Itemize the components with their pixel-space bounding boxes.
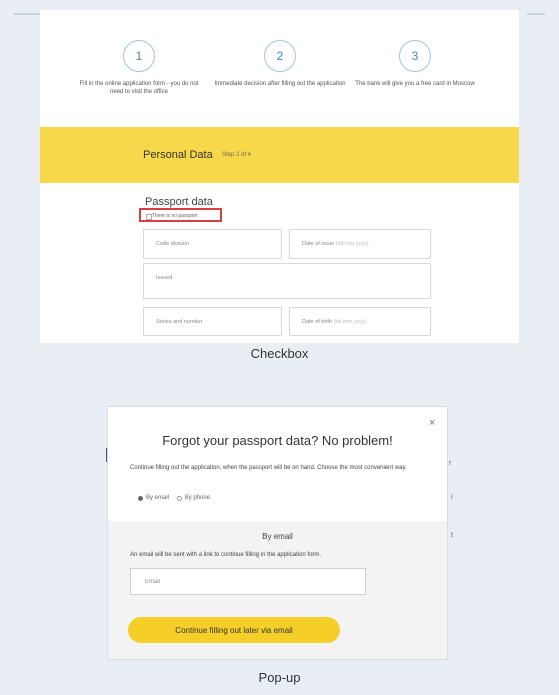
checkbox-screenshot: 1 Fill in the online application form - … <box>40 10 519 343</box>
radio-button[interactable] <box>176 495 182 501</box>
step-3: 3 The bank will give you a free card in … <box>340 40 490 88</box>
radio-button-checked[interactable] <box>138 495 143 501</box>
section-title: Personal Data <box>143 149 213 161</box>
email-section-heading: By email <box>262 532 293 541</box>
popup-screenshot: × Forgot your passport data? No problem!… <box>108 407 447 659</box>
step-description: The bank will give you a free card in Mo… <box>355 81 475 87</box>
popup-description: Continue filling out the application, wh… <box>130 465 407 471</box>
issued-label: Issued <box>156 275 173 281</box>
section-header-band: Personal Data Step 2 of 4 <box>40 127 519 183</box>
email-input[interactable] <box>130 568 366 595</box>
code-division-label: Code division <box>156 241 190 247</box>
close-icon[interactable]: × <box>429 417 435 429</box>
contact-method-options: By email By phone <box>138 495 216 503</box>
radio-by-email[interactable]: By email <box>138 495 169 501</box>
checkbox-caption: Checkbox <box>250 346 309 361</box>
step-number-circle: 3 <box>399 40 431 72</box>
passport-data-title: Passport data <box>145 196 213 208</box>
step-number-circle: 1 <box>123 40 155 72</box>
radio-label: By email <box>146 495 170 501</box>
popup-title: Forgot your passport data? No problem! <box>162 433 393 448</box>
email-section: By email An email will be sent with a li… <box>108 521 447 659</box>
step-description: Immediate decision after filling out the… <box>214 81 346 87</box>
popup-caption: Pop-up <box>258 670 301 685</box>
background-edge <box>106 448 107 462</box>
background-fragment: i <box>451 494 453 501</box>
issued-field[interactable]: Issued <box>143 263 431 299</box>
date-of-birth-field[interactable]: Date of birth (dd.mm.yyyy) <box>289 307 431 336</box>
series-number-label: Series and number <box>156 319 203 325</box>
radio-by-phone[interactable]: By phone <box>176 495 211 501</box>
date-of-issue-field[interactable]: Date of issue (dd.mm.yyyy) <box>289 229 431 259</box>
radio-label: By phone <box>184 495 211 501</box>
step-description: Fill in the online application form - yo… <box>79 81 199 95</box>
no-passport-label: There is no passport <box>152 213 198 219</box>
series-number-field[interactable]: Series and number <box>143 307 282 336</box>
date-of-issue-label: Date of issue (dd.mm.yyyy) <box>302 241 369 247</box>
date-of-birth-label: Date of birth (dd.mm.yyyy) <box>302 319 367 325</box>
steps-row: 1 Fill in the online application form - … <box>40 40 519 130</box>
code-division-field[interactable]: Code division <box>143 229 282 259</box>
step-1: 1 Fill in the online application form - … <box>64 40 214 96</box>
background-fragment: t <box>451 532 453 539</box>
decorative-line-right <box>527 13 545 15</box>
step-2: 2 Immediate decision after filling out t… <box>205 40 355 88</box>
section-step-indicator: Step 2 of 4 <box>222 152 252 158</box>
decorative-line-left <box>14 13 40 15</box>
no-passport-checkbox[interactable]: There is no passport <box>139 208 222 222</box>
background-fragment: r <box>449 460 452 467</box>
email-section-description: An email will be sent with a link to con… <box>130 552 322 558</box>
step-number-circle: 2 <box>264 40 296 72</box>
continue-via-email-button[interactable]: Continue filling out later via email <box>128 617 340 643</box>
